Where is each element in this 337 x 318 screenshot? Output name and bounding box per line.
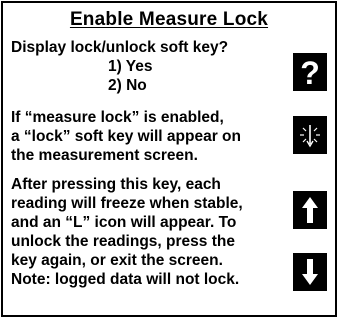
- arrow-down-icon: [302, 259, 318, 285]
- select-press-icon: [300, 125, 320, 148]
- arrow-up-icon: [302, 197, 318, 223]
- info-line: the measurement screen.: [11, 147, 198, 164]
- info-line: and an “L” icon will appear. To: [11, 214, 237, 231]
- info-line: Note: logged data will not lock.: [11, 271, 240, 288]
- prompt-question: Display lock/unlock soft key?: [11, 39, 229, 56]
- info-line: a “lock” soft key will appear on: [11, 128, 241, 145]
- page-title: Enable Measure Lock: [69, 9, 269, 30]
- info-measure-lock: If “measure lock” is enabled, a “lock” s…: [11, 108, 241, 165]
- question-mark-glyph: ?: [300, 55, 320, 91]
- info-line: After pressing this key, each: [11, 176, 221, 193]
- info-line: unlock the readings, press the: [11, 233, 235, 250]
- info-line: reading will freeze when stable,: [11, 195, 243, 212]
- help-softkey[interactable]: ?: [293, 53, 327, 91]
- option-yes[interactable]: 1) Yes: [11, 57, 228, 76]
- select-softkey[interactable]: [293, 116, 327, 154]
- info-line: If “measure lock” is enabled,: [11, 109, 224, 126]
- question-mark-icon: ?: [300, 55, 320, 91]
- prompt-block: Display lock/unlock soft key? 1) Yes 2) …: [11, 38, 228, 95]
- display-screen: Enable Measure Lock Display lock/unlock …: [1, 1, 337, 317]
- info-line: key again, or exit the screen.: [11, 252, 223, 269]
- info-lock-behavior: After pressing this key, each reading wi…: [11, 175, 243, 289]
- down-softkey[interactable]: [293, 253, 327, 291]
- option-no[interactable]: 2) No: [11, 76, 228, 95]
- up-softkey[interactable]: [293, 191, 327, 229]
